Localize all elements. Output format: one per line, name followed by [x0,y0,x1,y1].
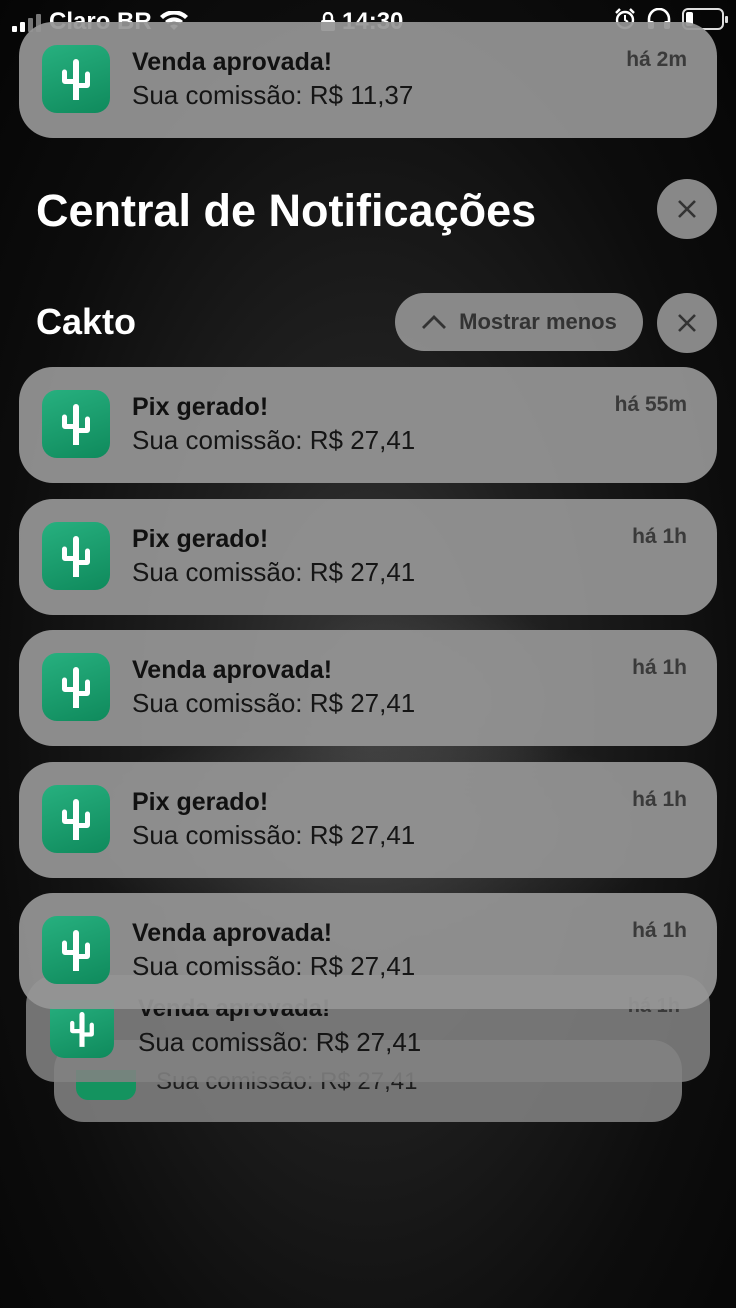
cactus-app-icon [42,916,110,984]
notification-card[interactable]: Venda aprovada! Sua comissão: R$ 11,37 h… [19,22,717,138]
notification-time: há 1h [632,525,687,548]
group-close-button[interactable] [657,293,717,353]
close-icon [678,200,696,218]
notification-body: Sua comissão: R$ 27,41 [132,557,416,587]
notification-body: Sua comissão: R$ 27,41 [132,688,416,718]
notification-card[interactable]: Pix gerado! Sua comissão: R$ 27,41 há 55… [19,367,717,483]
cactus-app-icon [42,45,110,113]
notification-title: Venda aprovada! [132,656,333,684]
cactus-app-icon [42,785,110,853]
clear-all-button[interactable] [657,179,717,239]
notification-time: há 2m [626,48,687,71]
notification-card[interactable]: Venda aprovada! Sua comissão: R$ 27,41 h… [19,893,717,1009]
notification-body: Sua comissão: R$ 27,41 [132,820,416,850]
chevron-up-icon [422,315,447,329]
notification-body: Sua comissão: R$ 11,37 [132,80,414,110]
cactus-app-icon [42,522,110,590]
notification-card[interactable]: Pix gerado! Sua comissão: R$ 27,41 há 1h [19,762,717,878]
group-app-name: Cakto [36,301,137,342]
close-icon [678,314,696,332]
notification-time: há 1h [632,788,687,811]
notification-body: Sua comissão: R$ 27,41 [132,425,416,455]
notification-title: Pix gerado! [132,525,269,553]
notification-time: há 1h [632,919,687,942]
notification-card[interactable]: Pix gerado! Sua comissão: R$ 27,41 há 1h [19,499,717,615]
cactus-app-icon [42,653,110,721]
notification-title: Pix gerado! [132,788,269,816]
notification-body: Sua comissão: R$ 27,41 [132,951,416,981]
notification-title: Pix gerado! [132,393,269,421]
notification-card[interactable]: Venda aprovada! Sua comissão: R$ 27,41 h… [19,630,717,746]
notification-body: Sua comissão: R$ 27,41 [138,1027,422,1057]
notification-time: há 55m [614,393,687,416]
cactus-app-icon [42,390,110,458]
show-less-button[interactable]: Mostrar menos [395,293,643,351]
page-title: Central de Notificações [36,185,537,236]
show-less-label: Mostrar menos [459,309,617,334]
notification-title: Venda aprovada! [132,48,333,76]
notification-title: Venda aprovada! [132,919,333,947]
notification-time: há 1h [632,656,687,679]
